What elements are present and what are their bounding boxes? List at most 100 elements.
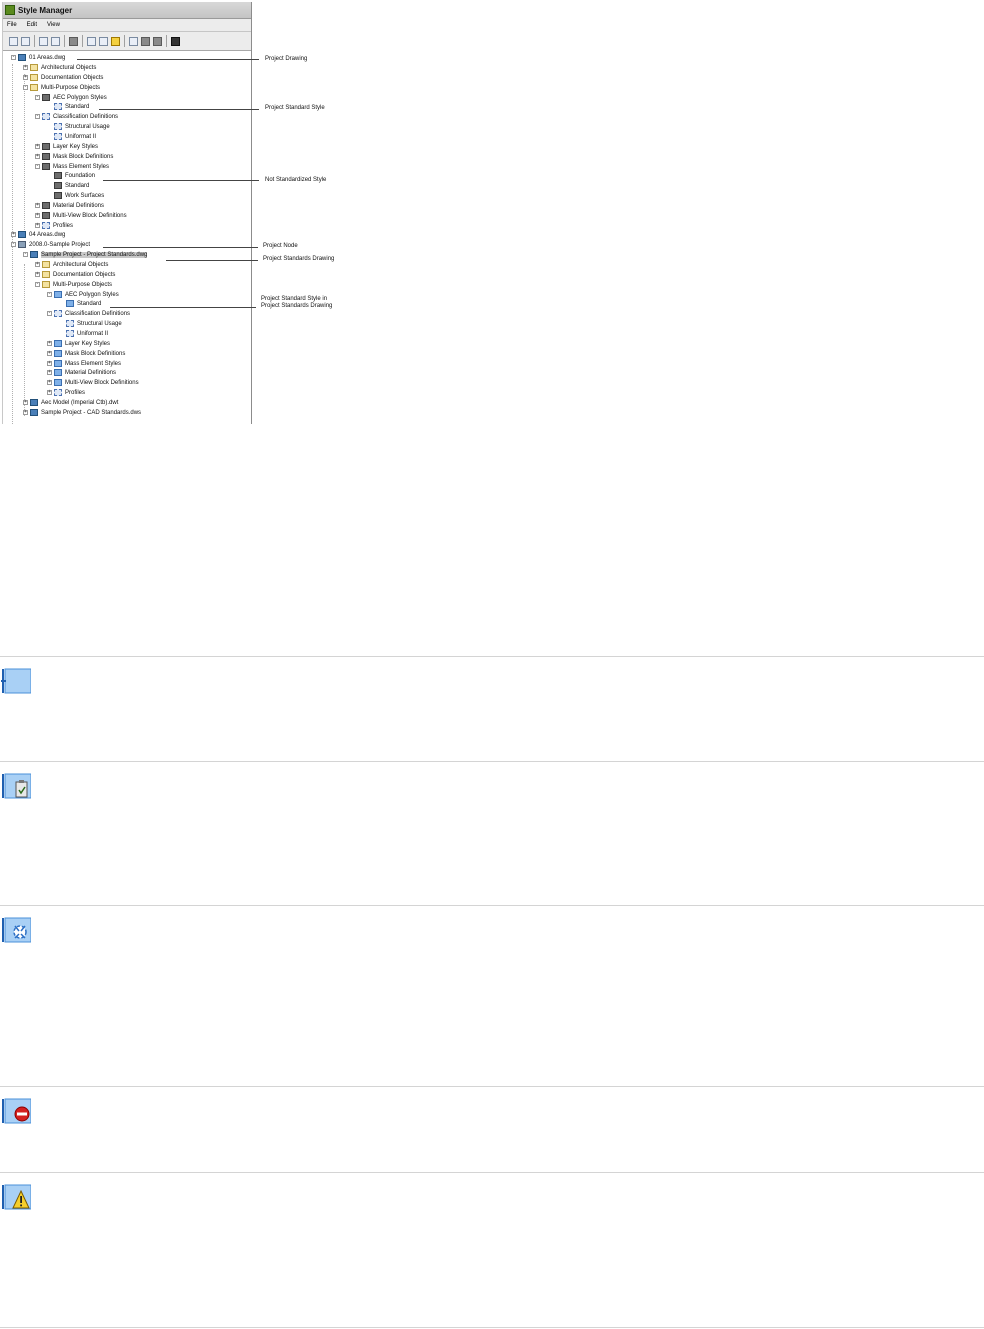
open-drawing-icon[interactable] bbox=[21, 36, 30, 46]
tree-item-label: Documentation Objects bbox=[53, 271, 116, 278]
tree-item[interactable]: + Aec Model (Imperial Ctb).dwt bbox=[23, 398, 118, 407]
warning-icon[interactable] bbox=[111, 36, 120, 46]
tree-item[interactable]: - 01 Areas.dwg bbox=[11, 53, 65, 62]
tree-item[interactable]: Uniformat II bbox=[47, 132, 96, 141]
menu-edit[interactable]: Edit bbox=[27, 22, 37, 28]
purge-icon[interactable] bbox=[87, 36, 96, 46]
tree-item[interactable]: + Mask Block Definitions bbox=[47, 349, 125, 358]
tree-item[interactable]: - 2008.0-Sample Project bbox=[11, 240, 90, 249]
collapse-icon[interactable]: - bbox=[11, 242, 16, 247]
filter-icon[interactable] bbox=[141, 36, 150, 46]
collapse-icon[interactable]: - bbox=[35, 164, 40, 169]
tree-item[interactable]: + Layer Key Styles bbox=[35, 142, 98, 151]
tree-item[interactable]: + Architectural Objects bbox=[35, 260, 108, 269]
toolbar-separator bbox=[124, 35, 125, 47]
folder-icon bbox=[42, 261, 50, 268]
expand-icon[interactable]: + bbox=[47, 370, 52, 375]
tree-item[interactable]: +04 Areas.dwg bbox=[11, 230, 65, 239]
tree-item[interactable]: + Multi-View Block Definitions bbox=[47, 378, 139, 387]
tree-item-label: Classification Definitions bbox=[65, 310, 131, 317]
tree-item[interactable]: - Mass Element Styles bbox=[35, 162, 109, 171]
folder-icon bbox=[42, 281, 50, 288]
new-drawing-icon[interactable] bbox=[9, 36, 18, 46]
tree-item[interactable]: Standard bbox=[47, 181, 89, 190]
edit-style-icon[interactable] bbox=[69, 36, 78, 46]
collapse-icon[interactable]: - bbox=[11, 55, 16, 60]
expand-icon[interactable]: + bbox=[47, 351, 52, 356]
expand-icon[interactable]: + bbox=[47, 361, 52, 366]
tree-item[interactable]: + Mass Element Styles bbox=[47, 359, 121, 368]
tree-item-label: Architectural Objects bbox=[53, 261, 109, 268]
tree-item[interactable]: + Material Definitions bbox=[47, 368, 116, 377]
collapse-icon[interactable]: - bbox=[23, 252, 28, 257]
tree-item[interactable]: Structural Usage bbox=[47, 122, 110, 131]
style-icon bbox=[42, 202, 50, 209]
tree-item-label: Multi-Purpose Objects bbox=[41, 84, 101, 91]
collapse-icon[interactable]: - bbox=[35, 282, 40, 287]
expand-icon[interactable]: + bbox=[35, 154, 40, 159]
menu-file[interactable]: File bbox=[7, 22, 17, 28]
help-icon[interactable] bbox=[171, 36, 180, 46]
tree-item[interactable]: + Documentation Objects bbox=[35, 270, 115, 279]
sort-icon[interactable] bbox=[99, 36, 108, 46]
expand-icon[interactable]: + bbox=[23, 75, 28, 80]
style-manager-window: Style Manager File Edit View - 01 Areas.d… bbox=[2, 2, 252, 424]
tree-item[interactable]: - Classification Definitions bbox=[35, 112, 118, 121]
expand-icon[interactable]: + bbox=[23, 65, 28, 70]
menu-view[interactable]: View bbox=[47, 22, 60, 28]
book-no-entry-icon bbox=[2, 1098, 31, 1124]
classification-icon bbox=[54, 310, 62, 317]
tree-item[interactable]: Uniformat II bbox=[59, 329, 108, 338]
dropdown-icon[interactable] bbox=[153, 36, 162, 46]
expand-icon[interactable]: + bbox=[35, 213, 40, 218]
expand-icon[interactable]: + bbox=[35, 223, 40, 228]
expand-icon[interactable]: + bbox=[23, 400, 28, 405]
tree-item[interactable]: - Sample Project - Project Standards.dwg bbox=[23, 250, 148, 259]
style-icon bbox=[42, 143, 50, 150]
collapse-icon[interactable]: - bbox=[35, 95, 40, 100]
tree-item[interactable]: + Multi-View Block Definitions bbox=[35, 211, 127, 220]
tree-item-label: Aec Model (Imperial Ctb).dwt bbox=[41, 399, 119, 406]
paste-icon[interactable] bbox=[51, 36, 60, 46]
expand-icon[interactable]: + bbox=[35, 203, 40, 208]
tree-item[interactable]: + Profiles bbox=[35, 221, 73, 230]
tree-item[interactable]: + Material Definitions bbox=[35, 201, 104, 210]
expand-icon[interactable]: + bbox=[47, 380, 52, 385]
tree-item[interactable]: Standard bbox=[59, 299, 101, 308]
expand-icon[interactable]: + bbox=[47, 341, 52, 346]
tree-item[interactable]: Standard bbox=[47, 102, 89, 111]
tree-item[interactable]: + Documentation Objects bbox=[23, 73, 103, 82]
tree-item[interactable]: - AEC Polygon Styles bbox=[35, 93, 107, 102]
tree-item[interactable]: + Mask Block Definitions bbox=[35, 152, 113, 161]
drawing-icon bbox=[30, 409, 38, 416]
tree-item[interactable]: Work Surfaces bbox=[47, 191, 104, 200]
toggle-view-icon[interactable] bbox=[129, 36, 138, 46]
copy-icon[interactable] bbox=[39, 36, 48, 46]
callout-line-2: Project Standards Drawing bbox=[261, 303, 333, 309]
tree-item-label: Classification Definitions bbox=[53, 113, 119, 120]
expand-icon[interactable]: + bbox=[11, 232, 16, 237]
expand-icon[interactable]: + bbox=[35, 262, 40, 267]
collapse-icon[interactable]: - bbox=[47, 292, 52, 297]
tree-item[interactable]: - AEC Polygon Styles bbox=[47, 290, 119, 299]
expand-icon[interactable]: + bbox=[35, 144, 40, 149]
tree-item[interactable]: Structural Usage bbox=[59, 319, 122, 328]
collapse-icon[interactable]: - bbox=[35, 114, 40, 119]
divider bbox=[0, 761, 984, 762]
tree-item[interactable]: - Multi-Purpose Objects bbox=[23, 83, 100, 92]
callout-not-standardized-style: Not Standardized Style bbox=[265, 177, 327, 183]
tree-item[interactable]: + Architectural Objects bbox=[23, 63, 96, 72]
collapse-icon[interactable]: - bbox=[23, 85, 28, 90]
expand-icon[interactable]: + bbox=[47, 390, 52, 395]
expand-icon[interactable]: + bbox=[23, 410, 28, 415]
tree-item[interactable]: Foundation bbox=[47, 171, 95, 180]
tree-item[interactable]: + Sample Project - CAD Standards.dws bbox=[23, 408, 141, 417]
collapse-icon[interactable]: - bbox=[47, 311, 52, 316]
tree-item[interactable]: - Multi-Purpose Objects bbox=[35, 280, 112, 289]
callout-leader bbox=[166, 260, 258, 261]
tree-item-label: Multi-View Block Definitions bbox=[53, 212, 127, 219]
tree-item[interactable]: - Classification Definitions bbox=[47, 309, 130, 318]
tree-item[interactable]: + Layer Key Styles bbox=[47, 339, 110, 348]
expand-icon[interactable]: + bbox=[35, 272, 40, 277]
tree-item[interactable]: + Profiles bbox=[47, 388, 85, 397]
